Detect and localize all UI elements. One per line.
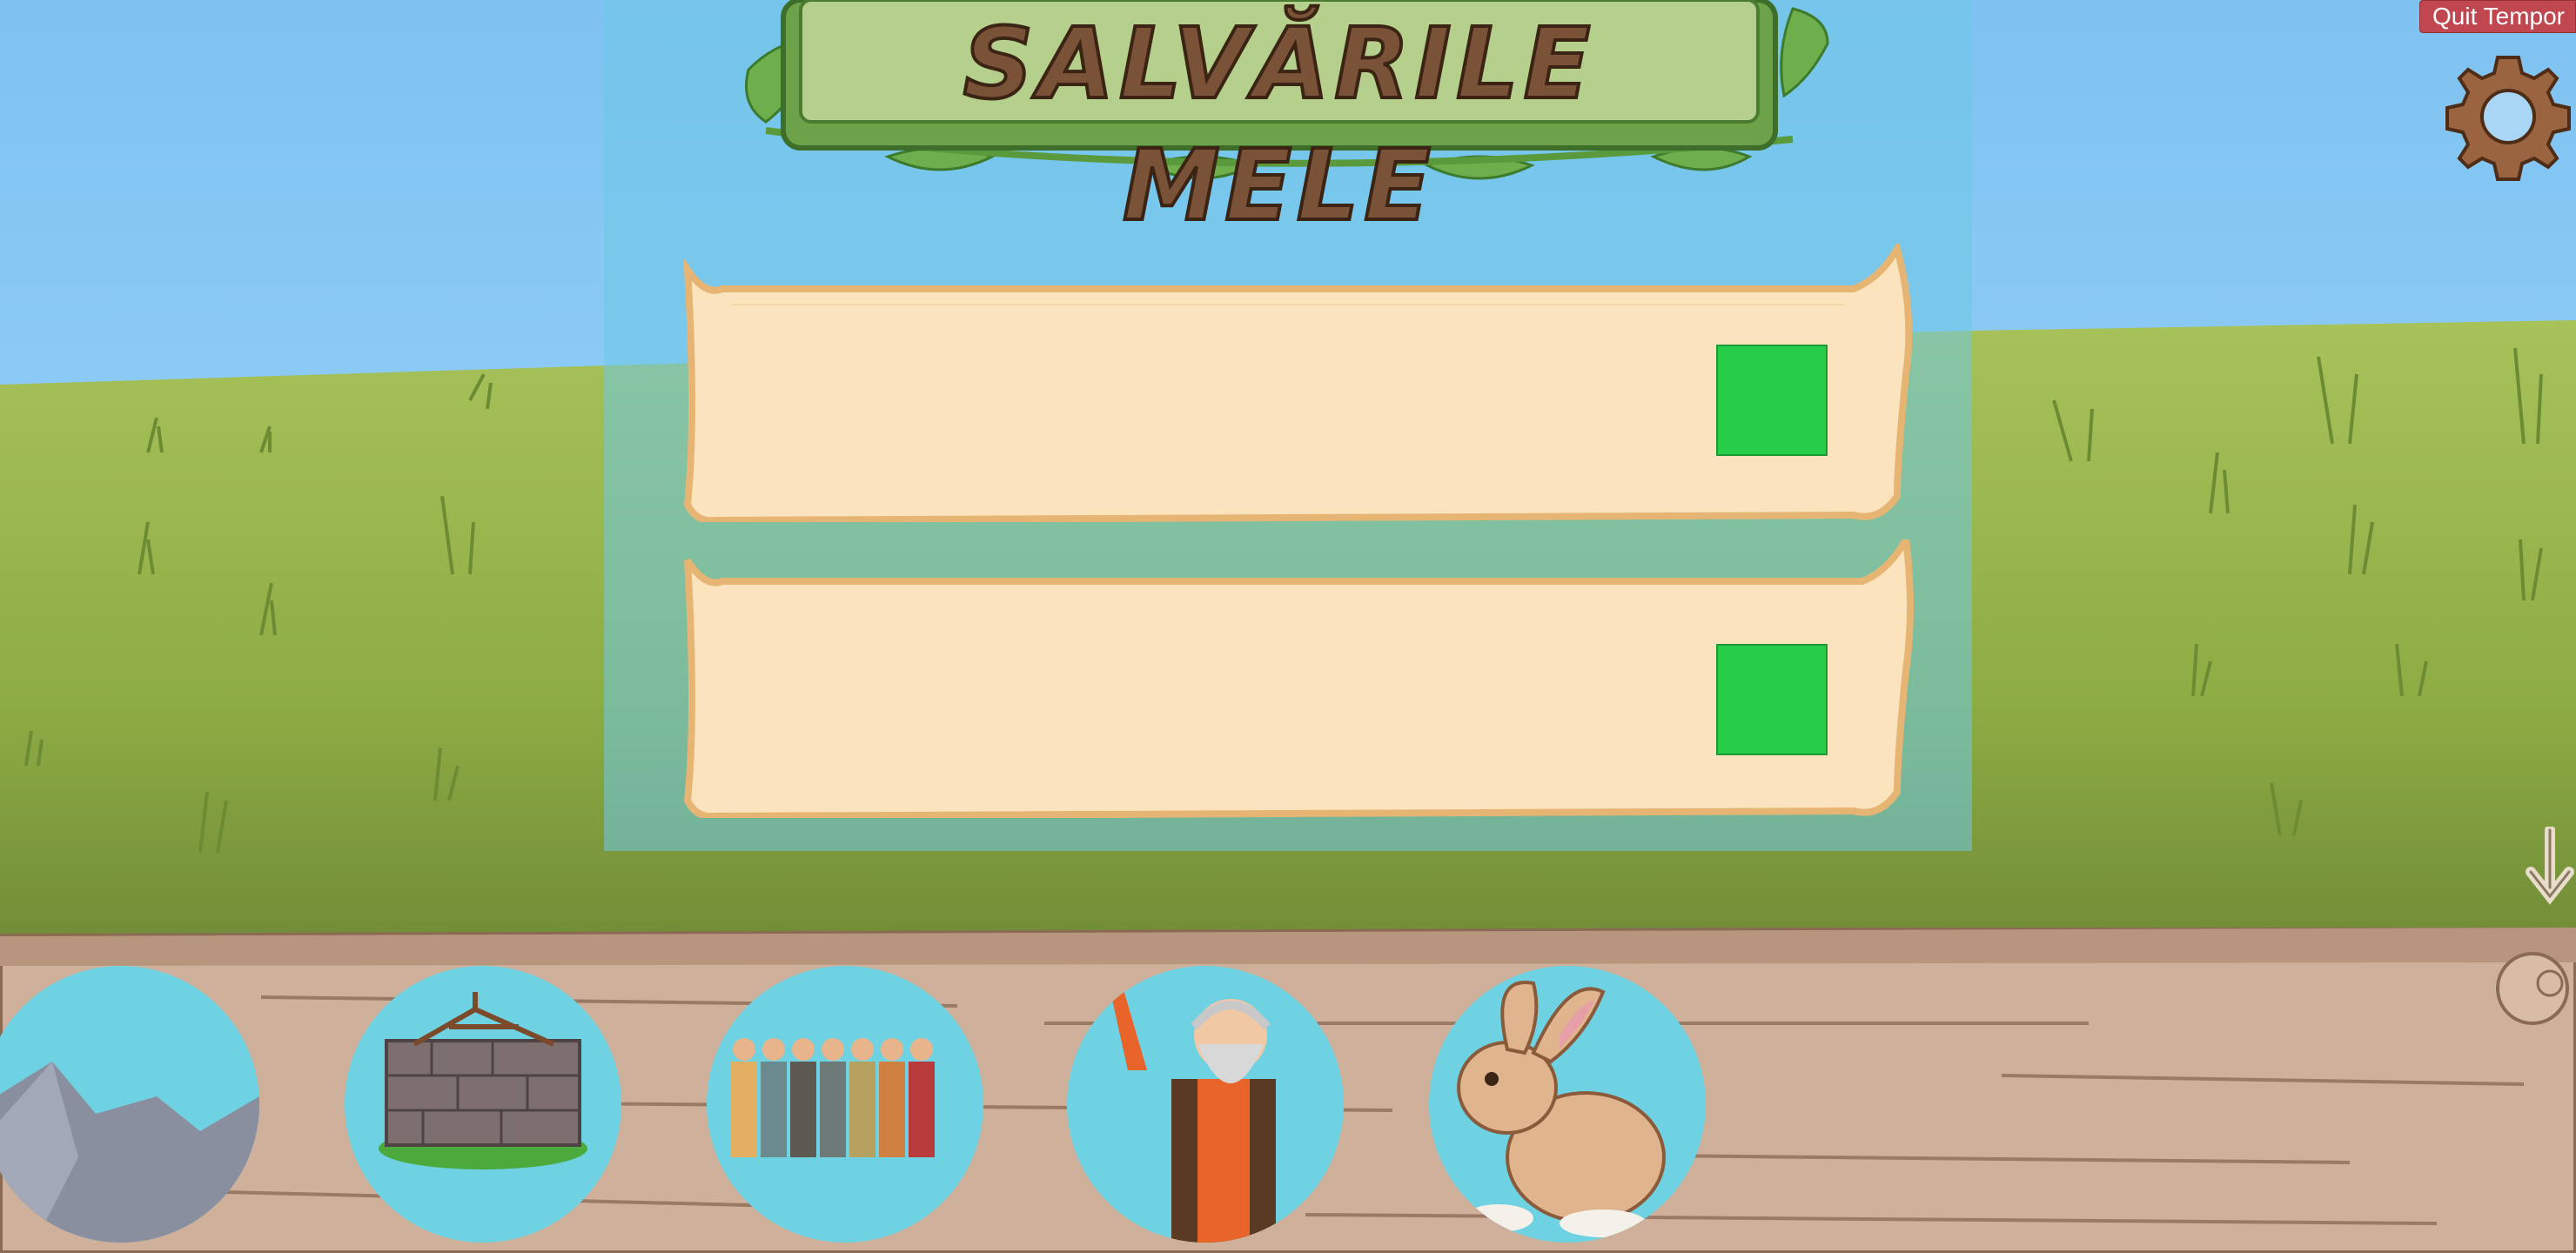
character-circle-altar[interactable] <box>345 966 621 1243</box>
old-man-icon <box>1110 987 1276 1243</box>
quit-button[interactable]: Quit Tempor <box>2419 0 2576 33</box>
character-circle-rabbit[interactable] <box>1429 966 1706 1243</box>
arrow-down-icon[interactable] <box>2524 827 2576 910</box>
slot-1-button[interactable] <box>1716 345 1828 456</box>
people-group-icon <box>731 1038 935 1157</box>
stone-altar-icon <box>379 992 587 1169</box>
character-circle-people[interactable] <box>707 966 983 1243</box>
gear-icon[interactable] <box>2444 52 2573 181</box>
slot-2-button[interactable] <box>1716 644 1828 755</box>
rabbit-icon <box>1457 980 1666 1237</box>
character-circle-old-man[interactable] <box>1067 966 1344 1243</box>
page-title: SALVĂRILE MELE <box>962 6 1596 245</box>
